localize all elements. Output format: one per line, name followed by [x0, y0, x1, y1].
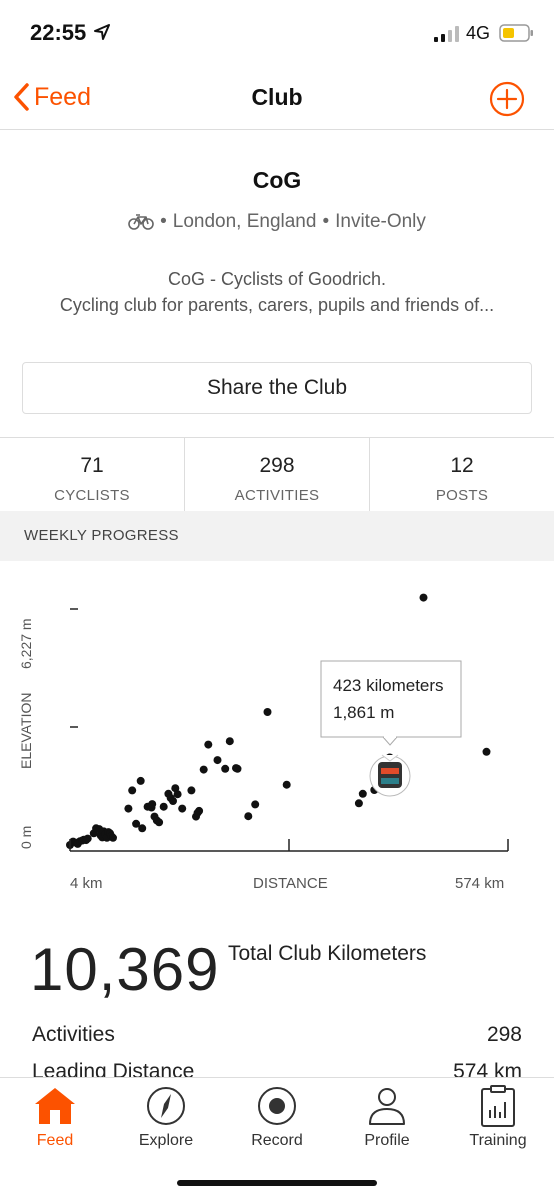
meta-separator-2: • — [322, 211, 330, 232]
add-icon[interactable] — [489, 81, 525, 117]
chart-point[interactable] — [195, 806, 204, 815]
total-club-kilometers-label: Total Club Kilometers — [228, 942, 427, 965]
tab-explore[interactable]: Explore — [111, 1084, 221, 1150]
weekly-progress-chart[interactable]: 0 m ELEVATION 6,227 m 4 km DISTANCE 574 … — [0, 561, 554, 921]
share-club-button[interactable]: Share the Club — [22, 362, 532, 414]
stat-label: POSTS — [435, 487, 489, 504]
tab-label: Record — [251, 1132, 303, 1149]
stat-value: 298 — [259, 454, 295, 477]
tab-profile[interactable]: Profile — [332, 1084, 442, 1150]
chart-point[interactable] — [282, 780, 291, 789]
tooltip-distance: 423 kilometers — [333, 676, 444, 695]
chart-point[interactable] — [159, 802, 168, 811]
chart-point[interactable] — [109, 833, 117, 842]
x-tick-label-min: 4 km — [70, 875, 103, 892]
chart-point[interactable] — [83, 834, 92, 843]
tab-label: Training — [469, 1132, 527, 1149]
chart-point[interactable] — [354, 799, 363, 808]
status-time: 22:55 — [30, 20, 87, 45]
chart-point[interactable] — [221, 764, 230, 773]
y-axis-label: ELEVATION — [18, 692, 34, 769]
stat-posts[interactable]: 12 POSTS — [370, 438, 554, 511]
highlight-marker[interactable] — [369, 754, 411, 797]
stat-activities[interactable]: 298 ACTIVITIES — [185, 438, 370, 511]
club-description-line1: CoG - Cyclists of Goodrich. — [167, 269, 387, 289]
chart-point[interactable] — [358, 789, 367, 798]
person-icon — [369, 1088, 405, 1125]
tooltip-elevation: 1,861 m — [333, 703, 394, 722]
home-indicator — [177, 1180, 377, 1186]
club-description: CoG - Cyclists of Goodrich. Cycling club… — [20, 266, 534, 318]
nav-bar: Feed Club — [0, 64, 554, 130]
location-arrow-icon — [94, 24, 110, 40]
weekly-progress-header: WEEKLY PROGRESS — [0, 511, 554, 561]
y-tick-label-min: 0 m — [18, 826, 34, 849]
club-description-line2: Cycling club for parents, carers, pupils… — [59, 295, 495, 315]
tab-label: Profile — [364, 1132, 410, 1149]
record-icon — [258, 1087, 296, 1125]
chart-point[interactable] — [204, 740, 213, 749]
x-tick-label-max: 574 km — [455, 875, 504, 892]
compass-icon — [147, 1087, 185, 1125]
club-location: London, England — [172, 211, 317, 232]
tab-label: Explore — [138, 1132, 194, 1149]
chart-point[interactable] — [136, 776, 145, 785]
stat-cyclists[interactable]: 71 CYCLISTS — [0, 438, 185, 511]
meta-separator-1: • — [160, 211, 167, 232]
tab-feed[interactable]: Feed — [0, 1084, 110, 1150]
chart-point[interactable] — [178, 804, 187, 813]
stat-value: 71 — [80, 454, 104, 477]
clipboard-chart-icon — [481, 1085, 515, 1127]
club-stats: 71 CYCLISTS 298 ACTIVITIES 12 POSTS — [0, 437, 554, 511]
chart-point[interactable] — [138, 824, 147, 833]
activities-row: Activities 298 — [32, 1023, 522, 1047]
chart-point[interactable] — [199, 765, 208, 774]
chart-point[interactable] — [419, 593, 428, 602]
club-name: CoG — [252, 167, 302, 193]
battery-icon — [499, 24, 533, 42]
chart-tooltip: 423 kilometers 1,861 m — [320, 660, 462, 746]
y-tick-label-max: 6,227 m — [18, 618, 34, 669]
chart-point[interactable] — [169, 797, 177, 805]
status-bar: 22:55 4G — [0, 0, 554, 64]
chart-point[interactable] — [263, 708, 272, 716]
chart-point[interactable] — [155, 818, 164, 827]
network-type: 4G — [466, 23, 491, 43]
chart-point[interactable] — [225, 737, 234, 746]
chart-point[interactable] — [233, 764, 242, 773]
bicycle-icon — [128, 214, 154, 230]
tab-label: Feed — [36, 1132, 74, 1149]
chart-point[interactable] — [128, 786, 137, 795]
chart-point[interactable] — [244, 812, 253, 821]
signal-icon — [434, 26, 459, 42]
chart-point[interactable] — [187, 786, 196, 795]
chart-point[interactable] — [213, 756, 222, 765]
stat-label: CYCLISTS — [54, 487, 130, 504]
home-icon — [35, 1088, 75, 1124]
x-axis-label: DISTANCE — [253, 875, 328, 892]
total-club-kilometers-value: 10,369 — [30, 936, 220, 1003]
club-privacy: Invite-Only — [335, 211, 426, 232]
stat-label: ACTIVITIES — [234, 487, 320, 504]
page-title: Club — [251, 84, 303, 110]
tab-training[interactable]: Training — [443, 1084, 553, 1150]
activities-value: 298 — [486, 1023, 522, 1046]
chart-point[interactable] — [482, 747, 491, 756]
stat-value: 12 — [450, 454, 474, 477]
tab-record[interactable]: Record — [222, 1084, 332, 1150]
chart-point[interactable] — [148, 800, 157, 809]
chart-point[interactable] — [251, 800, 260, 809]
chart-point[interactable] — [124, 804, 133, 813]
chart-point[interactable] — [173, 790, 182, 799]
activities-label: Activities — [32, 1023, 115, 1046]
club-meta: • London, England • Invite-Only — [0, 211, 554, 233]
